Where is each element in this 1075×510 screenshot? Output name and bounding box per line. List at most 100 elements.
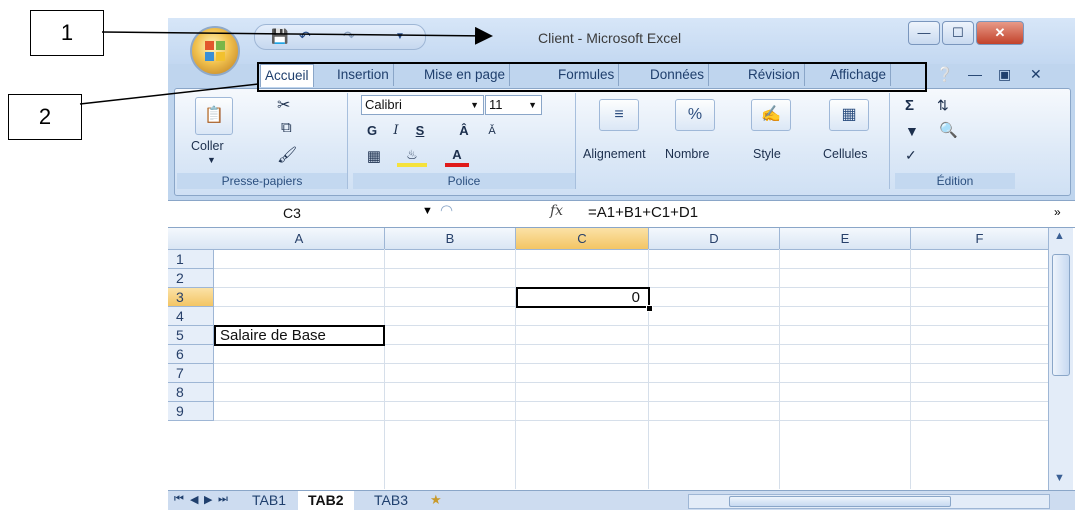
formula-input[interactable]: =A1+B1+C1+D1 [588, 203, 698, 223]
help-icon[interactable]: ❔ [936, 66, 953, 83]
font-size-select[interactable]: 11 ▼ [485, 95, 542, 115]
office-logo-icon [205, 41, 225, 61]
paste-label[interactable]: Coller [191, 139, 224, 153]
last-sheet-icon[interactable]: ⏭ [218, 493, 228, 506]
ribbon-minimize-icon[interactable]: — [968, 66, 982, 82]
grow-font-icon[interactable]: Â [453, 121, 475, 141]
next-sheet-icon[interactable]: ▶ [204, 493, 212, 506]
gridline [214, 401, 1048, 402]
cell-c3-active[interactable]: 0 [516, 287, 650, 308]
row-header-4[interactable]: 4 [168, 307, 214, 326]
quick-access-toolbar: 💾 ↶ ↷ ▼ [254, 24, 426, 50]
scroll-down-icon[interactable]: ▼ [1054, 472, 1065, 484]
scroll-thumb[interactable] [1052, 254, 1070, 376]
column-header-f[interactable]: F [911, 228, 1049, 250]
horizontal-scroll-thumb[interactable] [729, 496, 951, 507]
autosum-icon[interactable]: Σ [905, 97, 914, 114]
gridline [779, 249, 780, 489]
number-label[interactable]: Nombre [665, 147, 709, 161]
row-header-9[interactable]: 9 [168, 402, 214, 421]
name-box-dropdown-icon[interactable]: ▼ [422, 205, 433, 217]
tab-revision[interactable]: Révision [744, 64, 805, 86]
tab-accueil[interactable]: Accueil [260, 64, 314, 87]
shrink-font-icon[interactable]: Ǎ [481, 121, 503, 141]
cell-a5[interactable]: Salaire de Base [214, 325, 385, 346]
font-size-value: 11 [489, 97, 503, 112]
clear-icon[interactable]: ✓ [905, 147, 917, 164]
bold-button[interactable]: G [363, 121, 381, 141]
cells-label[interactable]: Cellules [823, 147, 867, 161]
tab-formules[interactable]: Formules [554, 64, 620, 86]
horizontal-scrollbar[interactable] [688, 494, 1050, 509]
close-button[interactable]: ✕ [976, 21, 1024, 45]
copy-icon[interactable]: ⧉ [281, 119, 292, 136]
save-icon[interactable]: 💾 [271, 28, 288, 45]
row-header-8[interactable]: 8 [168, 383, 214, 402]
column-header-e[interactable]: E [780, 228, 911, 250]
office-button[interactable] [190, 26, 240, 76]
row-header-1[interactable]: 1 [168, 250, 214, 269]
clipboard-group-label: Presse-papiers [177, 173, 347, 189]
minimize-button[interactable]: — [908, 21, 940, 45]
select-all-corner[interactable] [168, 228, 215, 250]
ribbon-restore-icon[interactable]: ▣ [998, 66, 1011, 83]
worksheet-grid[interactable]: A B C D E F 1 2 3 4 5 6 7 8 9 0 Salaire … [168, 228, 1075, 490]
column-header-b[interactable]: B [385, 228, 516, 250]
fill-icon[interactable]: ▼ [905, 123, 919, 139]
redo-icon[interactable]: ↷ [343, 28, 355, 45]
undo-icon[interactable]: ↶ [299, 28, 311, 45]
tab-mise-en-page[interactable]: Mise en page [420, 64, 511, 86]
scroll-up-icon[interactable]: ▲ [1054, 230, 1065, 242]
insert-sheet-icon[interactable]: ★ [430, 492, 442, 508]
fill-color-icon[interactable]: ♨ [397, 147, 427, 167]
sheet-tab-tab3[interactable]: TAB3 [364, 491, 418, 510]
paste-icon[interactable]: 📋 [195, 97, 233, 135]
callout-1-label: 1 [60, 20, 74, 45]
style-label[interactable]: Style [753, 147, 781, 161]
first-sheet-icon[interactable]: ⏮ [174, 493, 184, 506]
row-header-3[interactable]: 3 [168, 288, 214, 307]
style-icon[interactable]: ✍ [751, 99, 791, 131]
tab-donnees[interactable]: Données [646, 64, 710, 86]
alignment-icon[interactable]: ≡ [599, 99, 639, 131]
font-color-icon[interactable]: A [445, 147, 469, 167]
format-painter-icon[interactable]: 🖌 [277, 145, 297, 165]
fill-handle[interactable] [646, 305, 653, 312]
row-header-6[interactable]: 6 [168, 345, 214, 364]
sheet-tab-tab1[interactable]: TAB1 [242, 491, 296, 510]
maximize-button[interactable]: ☐ [942, 21, 974, 45]
row-header-5[interactable]: 5 [168, 326, 214, 345]
tab-affichage[interactable]: Affichage [826, 64, 892, 86]
gridline [214, 420, 1048, 421]
sheet-tab-tab2[interactable]: TAB2 [298, 491, 354, 510]
find-select-icon[interactable]: 🔍 [939, 121, 958, 139]
alignment-label[interactable]: Alignement [583, 147, 646, 161]
gridline [214, 382, 1048, 383]
cells-icon[interactable]: ▦ [829, 99, 869, 131]
row-header-2[interactable]: 2 [168, 269, 214, 288]
column-header-d[interactable]: D [649, 228, 780, 250]
prev-sheet-icon[interactable]: ◀ [190, 493, 198, 506]
name-box[interactable]: C3 [174, 203, 410, 223]
paste-dropdown-icon[interactable]: ▼ [207, 155, 216, 165]
column-header-a[interactable]: A [214, 228, 385, 250]
customize-toolbar-icon[interactable]: ▼ [395, 31, 405, 42]
row-header-7[interactable]: 7 [168, 364, 214, 383]
cut-icon[interactable]: ✂ [277, 95, 290, 115]
ribbon-close-icon[interactable]: ✕ [1030, 66, 1042, 83]
underline-button[interactable]: S [411, 121, 429, 141]
callout-2: 2 [8, 94, 82, 140]
sort-filter-icon[interactable]: ⇅ [937, 97, 949, 114]
fx-icon[interactable]: fx [550, 203, 563, 219]
tab-insertion[interactable]: Insertion [333, 64, 394, 86]
borders-icon[interactable]: ▦ [363, 147, 385, 167]
italic-button[interactable]: I [387, 121, 405, 141]
vertical-scrollbar[interactable]: ▲ ▼ [1048, 228, 1073, 490]
percent-icon[interactable]: % [675, 99, 715, 131]
style-group: ✍ Style [735, 93, 807, 189]
clipboard-group: 📋 Coller ▼ ✂ ⧉ 🖌 Presse-papiers [177, 93, 348, 189]
expand-formula-bar-icon[interactable]: » [1054, 205, 1061, 219]
font-name-select[interactable]: Calibri ▼ [361, 95, 484, 115]
column-header-c[interactable]: C [516, 228, 649, 250]
insert-function-icon[interactable]: ◠ [440, 201, 453, 219]
